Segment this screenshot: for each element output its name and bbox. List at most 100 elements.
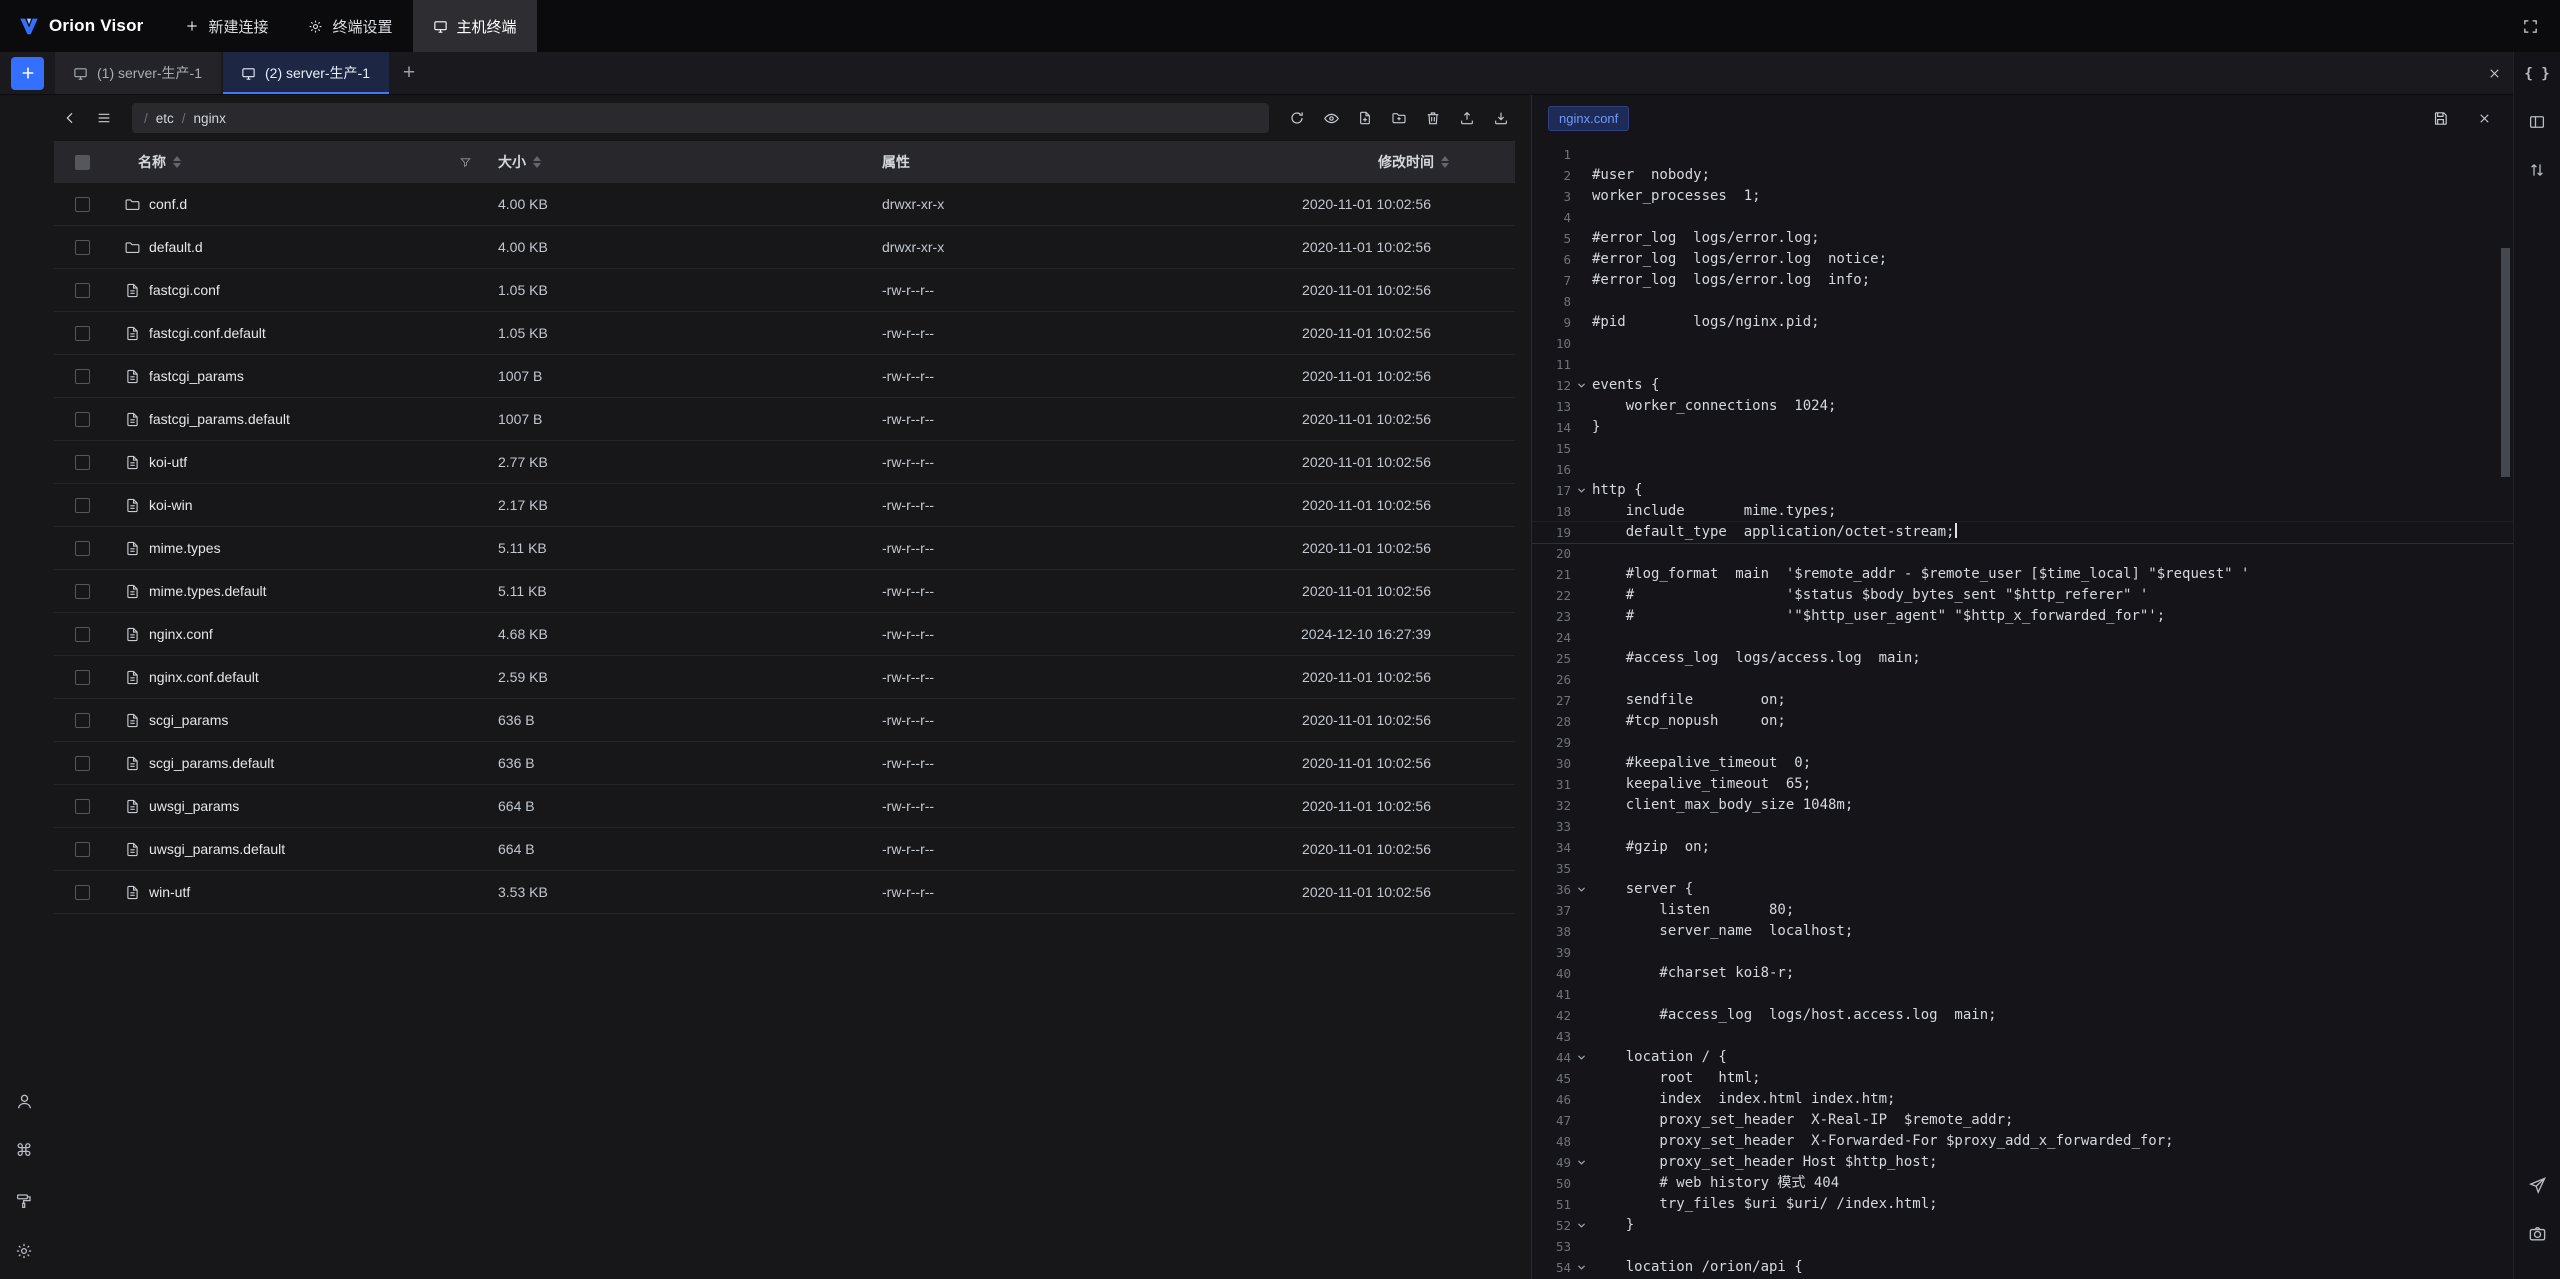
row-checkbox[interactable]: [75, 842, 90, 857]
code-line[interactable]: 18 include mime.types;: [1532, 501, 2513, 522]
table-row[interactable]: uwsgi_params.default664 B-rw-r--r--2020-…: [54, 828, 1515, 871]
new-file-button[interactable]: [1351, 104, 1379, 132]
table-row[interactable]: koi-utf2.77 KB-rw-r--r--2020-11-01 10:02…: [54, 441, 1515, 484]
code-line[interactable]: 51 try_files $uri $uri/ /index.html;: [1532, 1194, 2513, 1215]
file-name[interactable]: uwsgi_params: [149, 798, 239, 814]
code-line[interactable]: 8: [1532, 291, 2513, 312]
table-row[interactable]: fastcgi.conf1.05 KB-rw-r--r--2020-11-01 …: [54, 269, 1515, 312]
code-line[interactable]: 54 location /orion/api {: [1532, 1257, 2513, 1278]
name-sorter[interactable]: [173, 156, 181, 168]
table-row[interactable]: nginx.conf4.68 KB-rw-r--r--2024-12-10 16…: [54, 613, 1515, 656]
code-line[interactable]: 13 worker_connections 1024;: [1532, 396, 2513, 417]
fold-chevron-icon[interactable]: [1571, 1157, 1592, 1168]
code-line[interactable]: 53: [1532, 1236, 2513, 1257]
table-row[interactable]: conf.d4.00 KBdrwxr-xr-x2020-11-01 10:02:…: [54, 183, 1515, 226]
code-line[interactable]: 3worker_processes 1;: [1532, 186, 2513, 207]
row-checkbox[interactable]: [75, 584, 90, 599]
row-checkbox[interactable]: [75, 498, 90, 513]
file-name[interactable]: mime.types: [149, 540, 221, 556]
row-checkbox[interactable]: [75, 197, 90, 212]
fullscreen-button[interactable]: [2510, 6, 2550, 46]
row-checkbox[interactable]: [75, 283, 90, 298]
code-line[interactable]: 11: [1532, 354, 2513, 375]
breadcrumb-segment[interactable]: nginx: [194, 111, 226, 126]
code-line[interactable]: 2#user nobody;: [1532, 165, 2513, 186]
delete-button[interactable]: [1419, 104, 1447, 132]
code-line[interactable]: 46 index index.html index.htm;: [1532, 1089, 2513, 1110]
code-line[interactable]: 27 sendfile on;: [1532, 690, 2513, 711]
table-row[interactable]: win-utf3.53 KB-rw-r--r--2020-11-01 10:02…: [54, 871, 1515, 914]
table-row[interactable]: scgi_params636 B-rw-r--r--2020-11-01 10:…: [54, 699, 1515, 742]
code-line[interactable]: 38 server_name localhost;: [1532, 921, 2513, 942]
code-line[interactable]: 1: [1532, 144, 2513, 165]
code-line[interactable]: 48 proxy_set_header X-Forwarded-For $pro…: [1532, 1131, 2513, 1152]
table-row[interactable]: fastcgi_params.default1007 B-rw-r--r--20…: [54, 398, 1515, 441]
fold-chevron-icon[interactable]: [1571, 485, 1592, 496]
json-config-button[interactable]: { }: [2523, 60, 2551, 88]
code-line[interactable]: 17http {: [1532, 480, 2513, 501]
fold-chevron-icon[interactable]: [1571, 380, 1592, 391]
row-checkbox[interactable]: [75, 326, 90, 341]
table-row[interactable]: default.d4.00 KBdrwxr-xr-x2020-11-01 10:…: [54, 226, 1515, 269]
code-line[interactable]: 31 keepalive_timeout 65;: [1532, 774, 2513, 795]
code-line[interactable]: 52 }: [1532, 1215, 2513, 1236]
appearance-button[interactable]: [10, 1187, 38, 1215]
breadcrumb[interactable]: /etc/nginx: [132, 103, 1269, 133]
file-name[interactable]: conf.d: [149, 196, 187, 212]
file-name[interactable]: koi-utf: [149, 454, 187, 470]
send-command-button[interactable]: [2523, 1171, 2551, 1199]
nav-terminal-settings[interactable]: 终端设置: [288, 0, 412, 52]
upload-button[interactable]: [1453, 104, 1481, 132]
open-file-tag[interactable]: nginx.conf: [1548, 106, 1629, 131]
code-line[interactable]: 40 #charset koi8-r;: [1532, 963, 2513, 984]
code-line[interactable]: 26: [1532, 669, 2513, 690]
code-line[interactable]: 19 default_type application/octet-stream…: [1532, 522, 2513, 543]
code-line[interactable]: 29: [1532, 732, 2513, 753]
code-line[interactable]: 22 # '$status $body_bytes_sent "$http_re…: [1532, 585, 2513, 606]
code-line[interactable]: 50 # web history 模式 404: [1532, 1173, 2513, 1194]
code-line[interactable]: 45 root html;: [1532, 1068, 2513, 1089]
code-line[interactable]: 4: [1532, 207, 2513, 228]
code-editor[interactable]: 12#user nobody;3worker_processes 1;45#er…: [1532, 141, 2513, 1279]
size-sorter[interactable]: [533, 156, 541, 168]
file-name[interactable]: nginx.conf: [149, 626, 213, 642]
fold-chevron-icon[interactable]: [1571, 884, 1592, 895]
download-button[interactable]: [1487, 104, 1515, 132]
code-line[interactable]: 41: [1532, 984, 2513, 1005]
code-line[interactable]: 21 #log_format main '$remote_addr - $rem…: [1532, 564, 2513, 585]
code-line[interactable]: 28 #tcp_nopush on;: [1532, 711, 2513, 732]
code-line[interactable]: 6#error_log logs/error.log notice;: [1532, 249, 2513, 270]
nav-new-connection[interactable]: 新建连接: [165, 0, 288, 52]
table-row[interactable]: fastcgi.conf.default1.05 KB-rw-r--r--202…: [54, 312, 1515, 355]
file-name[interactable]: fastcgi_params: [149, 368, 244, 384]
row-checkbox[interactable]: [75, 541, 90, 556]
new-terminal-button[interactable]: [11, 57, 44, 90]
code-line[interactable]: 23 # '"$http_user_agent" "$http_x_forwar…: [1532, 606, 2513, 627]
file-name[interactable]: mime.types.default: [149, 583, 267, 599]
row-checkbox[interactable]: [75, 455, 90, 470]
terminal-tab[interactable]: (1) server-生产-1: [55, 52, 221, 94]
new-folder-button[interactable]: [1385, 104, 1413, 132]
code-line[interactable]: 43: [1532, 1026, 2513, 1047]
file-name[interactable]: win-utf: [149, 884, 190, 900]
row-checkbox[interactable]: [75, 885, 90, 900]
code-line[interactable]: 37 listen 80;: [1532, 900, 2513, 921]
fold-chevron-icon[interactable]: [1571, 1262, 1592, 1273]
save-button[interactable]: [2427, 105, 2453, 131]
row-checkbox[interactable]: [75, 713, 90, 728]
terminal-tab[interactable]: (2) server-生产-1: [223, 52, 389, 94]
close-editor-button[interactable]: [2471, 105, 2497, 131]
code-line[interactable]: 34 #gzip on;: [1532, 837, 2513, 858]
code-line[interactable]: 9#pid logs/nginx.pid;: [1532, 312, 2513, 333]
file-name[interactable]: scgi_params.default: [149, 755, 274, 771]
close-panel-button[interactable]: [2475, 54, 2513, 92]
code-line[interactable]: 32 client_max_body_size 1048m;: [1532, 795, 2513, 816]
table-row[interactable]: mime.types5.11 KB-rw-r--r--2020-11-01 10…: [54, 527, 1515, 570]
sort-order-button[interactable]: [2523, 156, 2551, 184]
table-row[interactable]: scgi_params.default636 B-rw-r--r--2020-1…: [54, 742, 1515, 785]
breadcrumb-segment[interactable]: etc: [156, 111, 174, 126]
file-name[interactable]: fastcgi.conf: [149, 282, 220, 298]
code-line[interactable]: 5#error_log logs/error.log;: [1532, 228, 2513, 249]
code-line[interactable]: 49 proxy_set_header Host $http_host;: [1532, 1152, 2513, 1173]
refresh-button[interactable]: [1283, 104, 1311, 132]
